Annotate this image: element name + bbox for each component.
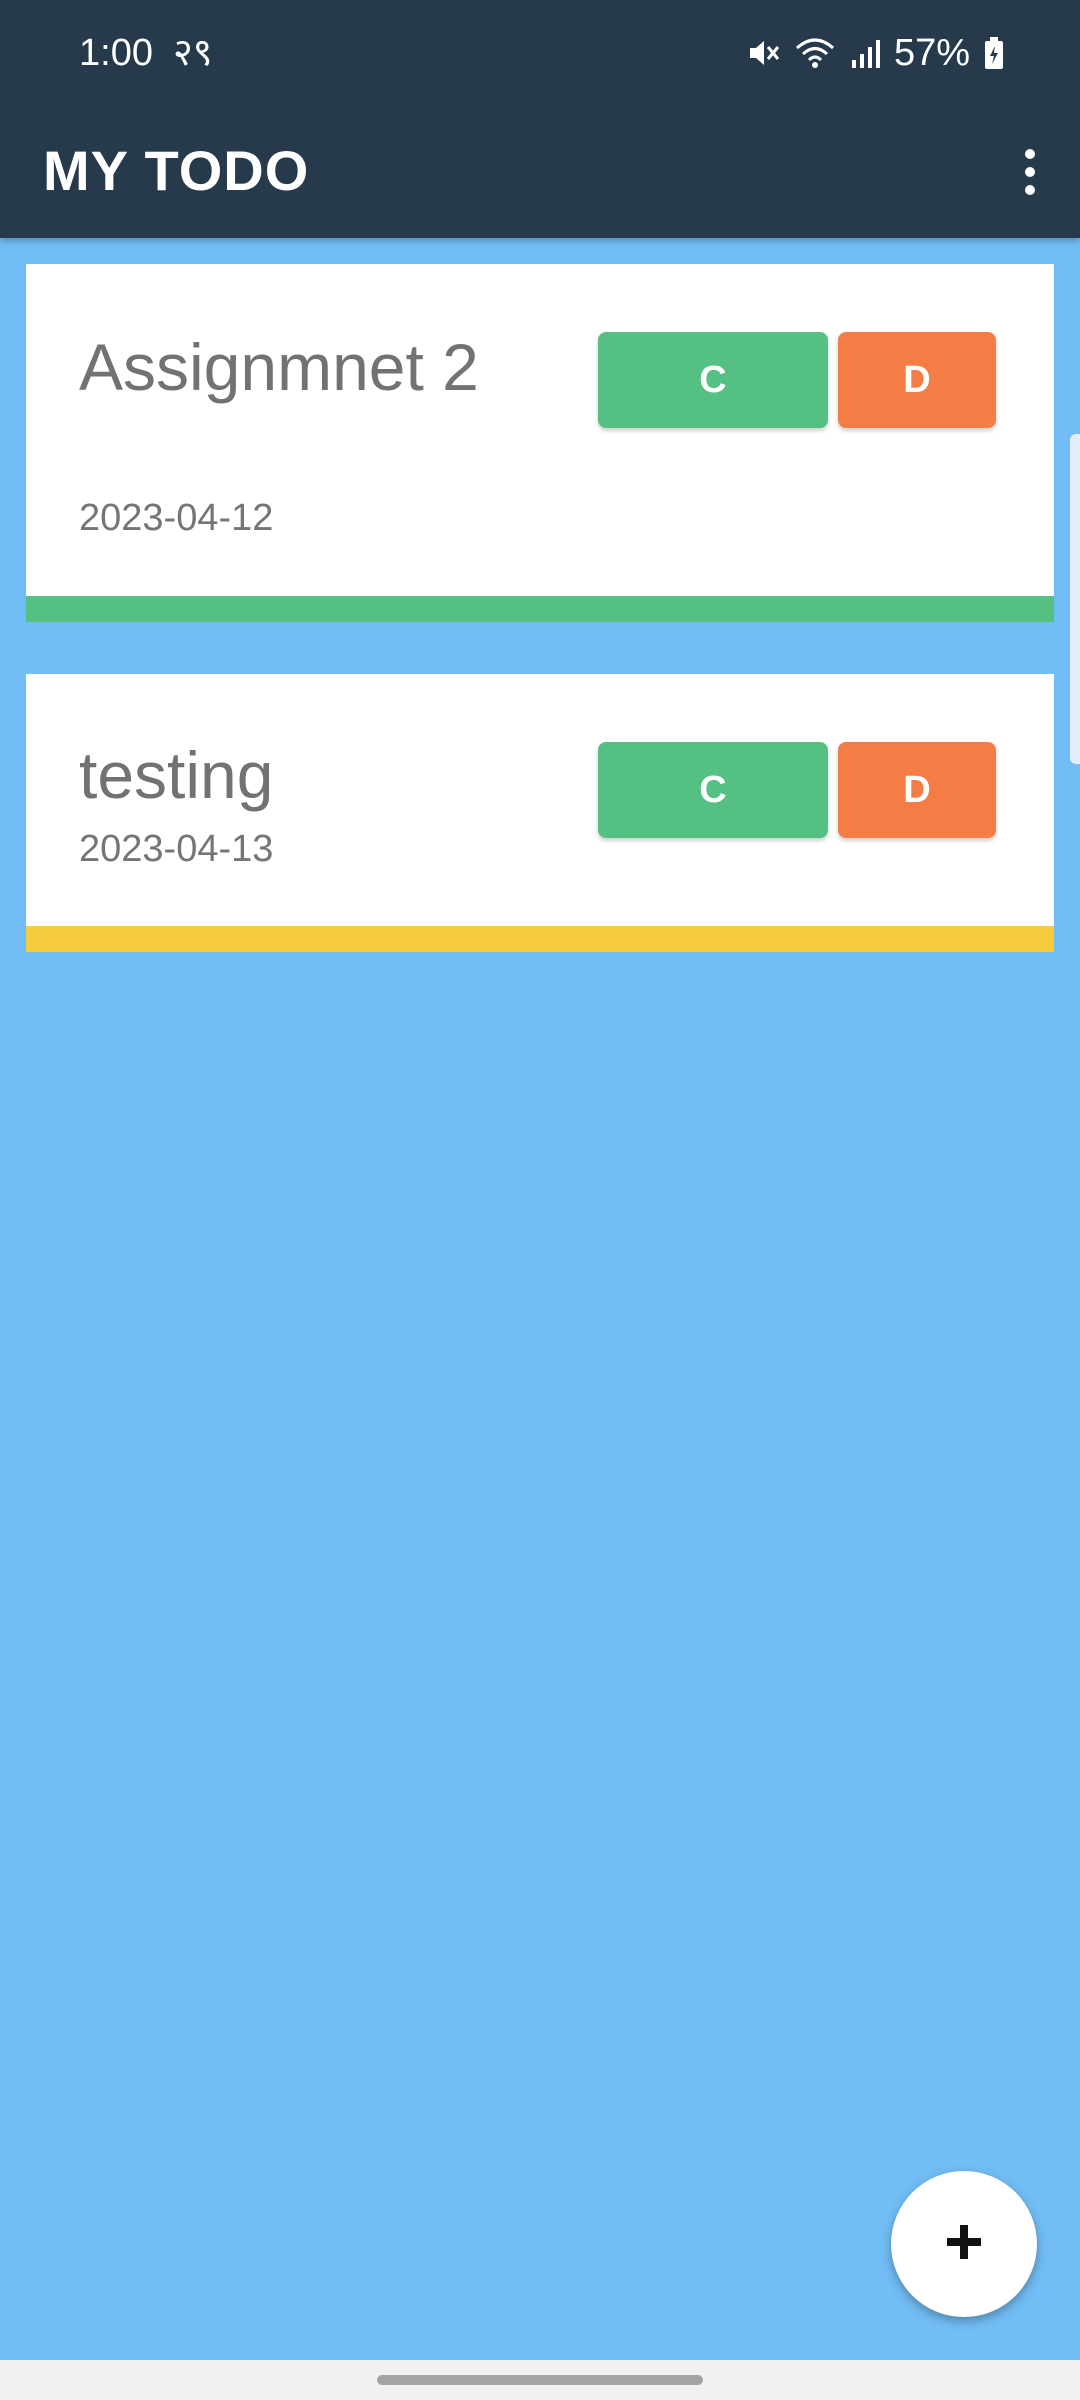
signal-icon <box>850 36 880 70</box>
status-left: 1:00 २९ <box>79 30 213 76</box>
task-title: testing <box>79 738 274 812</box>
complete-button[interactable]: C <box>598 742 828 838</box>
complete-button[interactable]: C <box>598 332 828 428</box>
priority-stripe <box>26 596 1054 622</box>
add-icon <box>944 2222 984 2267</box>
scroll-handle[interactable] <box>1070 434 1080 764</box>
delete-button[interactable]: D <box>838 332 996 428</box>
mute-icon <box>746 36 780 70</box>
status-extra: २९ <box>172 32 213 74</box>
app-title: MY TODO <box>43 139 310 202</box>
system-nav-bar <box>0 2360 1080 2400</box>
status-right: 57% <box>746 30 1004 76</box>
task-title: Assignmnet 2 <box>79 330 479 404</box>
battery-percent: 57% <box>893 31 970 74</box>
battery-icon <box>984 36 1004 70</box>
add-task-button[interactable] <box>891 2171 1037 2317</box>
task-date: 2023-04-12 <box>79 497 274 539</box>
task-card[interactable]: testing 2023-04-13 C D <box>26 674 1054 952</box>
status-bar: 1:00 २९ 57% <box>0 0 1080 106</box>
home-indicator[interactable] <box>377 2375 703 2385</box>
more-vert-icon[interactable] <box>1006 132 1054 212</box>
status-time: 1:00 <box>79 32 153 74</box>
task-card[interactable]: Assignmnet 2 2023-04-12 C D <box>26 264 1054 622</box>
priority-stripe <box>26 926 1054 952</box>
delete-button[interactable]: D <box>838 742 996 838</box>
task-date: 2023-04-13 <box>79 828 274 870</box>
wifi-icon <box>794 36 836 70</box>
app-bar: MY TODO <box>0 106 1080 238</box>
